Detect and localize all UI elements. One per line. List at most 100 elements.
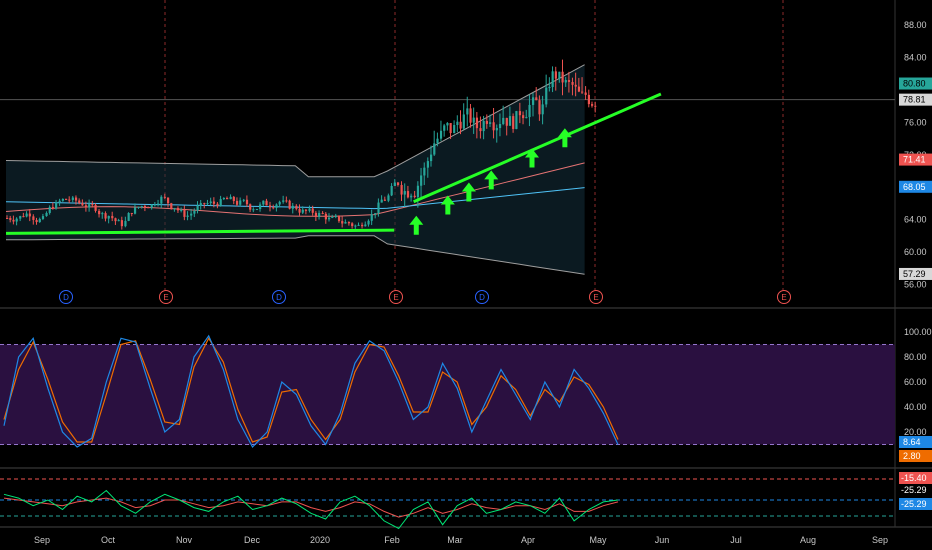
candle-body xyxy=(117,220,120,222)
candle-body xyxy=(262,200,265,205)
event-badge-d[interactable]: D xyxy=(59,290,73,304)
time-axis-label: 2020 xyxy=(310,535,330,545)
candle-body xyxy=(143,206,147,208)
candle-body xyxy=(584,92,587,95)
candle-body xyxy=(167,197,170,204)
candle-body xyxy=(341,221,344,224)
candle-body xyxy=(12,219,15,222)
candle-body xyxy=(58,200,61,203)
candle-body xyxy=(591,104,594,106)
candle-body xyxy=(498,123,502,129)
candle-body xyxy=(532,97,535,105)
candle-body xyxy=(403,191,406,195)
candle-body xyxy=(380,199,383,203)
event-badge-d[interactable]: D xyxy=(475,290,489,304)
candle-body xyxy=(482,120,485,132)
candle-body xyxy=(456,121,459,126)
candle-body xyxy=(163,196,166,198)
stoch-tick-label: 100.00 xyxy=(904,327,932,337)
candle-body xyxy=(541,104,544,115)
candle-body xyxy=(587,94,590,105)
candle-body xyxy=(245,199,249,205)
price-tick-label: 76.00 xyxy=(904,117,927,127)
event-badge-letter: E xyxy=(593,293,598,302)
candle-body xyxy=(387,195,390,201)
stoch-tick-label: 60.00 xyxy=(904,377,927,387)
event-badge-e[interactable]: E xyxy=(589,290,603,304)
candle-body xyxy=(449,123,452,134)
candle-body xyxy=(78,200,81,204)
candle-body xyxy=(153,204,157,206)
candle-body xyxy=(180,210,183,212)
candle-body xyxy=(410,195,413,198)
price-tick-label: 84.00 xyxy=(904,53,927,63)
candle-body xyxy=(94,204,97,211)
candle-body xyxy=(334,215,337,217)
candle-body xyxy=(229,196,232,200)
candle-body xyxy=(38,218,41,223)
candle-body xyxy=(51,206,55,209)
candle-body xyxy=(91,204,94,206)
event-badge-e[interactable]: E xyxy=(777,290,791,304)
candle-body xyxy=(377,202,380,213)
stoch-tick-label: 80.00 xyxy=(904,352,927,362)
event-badge-d[interactable]: D xyxy=(272,290,286,304)
candle-body xyxy=(426,161,429,168)
candle-body xyxy=(469,108,472,123)
candle-body xyxy=(577,86,581,92)
time-axis-label: Mar xyxy=(447,535,463,545)
price-tick-label: 64.00 xyxy=(904,215,927,225)
candle-body xyxy=(173,208,176,210)
candle-body xyxy=(71,197,74,200)
candle-body xyxy=(255,209,259,211)
price-tag-label: 71.41 xyxy=(903,155,926,165)
candle-body xyxy=(344,222,347,224)
candle-body xyxy=(232,196,235,201)
time-axis-label: Aug xyxy=(800,535,816,545)
candle-body xyxy=(347,222,351,224)
candle-body xyxy=(525,117,528,119)
candle-body xyxy=(98,210,101,215)
event-badge-e[interactable]: E xyxy=(389,290,403,304)
candle-body xyxy=(324,213,327,220)
chart[interactable]: DEDEDEE 88.0084.0076.0072.0068.0064.0060… xyxy=(0,0,932,550)
price-tag-label: 78.81 xyxy=(903,95,926,105)
candle-body xyxy=(548,87,551,89)
candle-body xyxy=(28,213,31,217)
candle-body xyxy=(354,225,357,227)
event-badge-letter: E xyxy=(781,293,786,302)
price-tag-label: 80.80 xyxy=(903,79,926,89)
candle-body xyxy=(594,105,597,107)
candle-body xyxy=(495,128,498,131)
candle-body xyxy=(298,208,301,213)
candle-body xyxy=(436,138,439,144)
candle-body xyxy=(489,122,492,124)
price-tick-label: 60.00 xyxy=(904,247,927,257)
stochastic-panel[interactable] xyxy=(0,334,895,449)
candle-body xyxy=(219,199,222,206)
candle-body xyxy=(74,197,78,201)
candle-body xyxy=(311,208,314,213)
stoch-tick-label: 20.00 xyxy=(904,427,927,437)
candle-body xyxy=(367,220,370,225)
event-badge-letter: D xyxy=(276,293,282,302)
candle-body xyxy=(252,209,255,211)
candle-body xyxy=(226,197,229,200)
candle-body xyxy=(390,185,393,196)
candle-body xyxy=(400,185,403,195)
candle-body xyxy=(361,224,364,227)
candle-body xyxy=(512,116,515,129)
candle-body xyxy=(406,191,410,198)
candle-body xyxy=(370,214,373,221)
candle-body xyxy=(443,125,446,131)
candle-body xyxy=(61,198,64,201)
candle-body xyxy=(68,199,71,201)
candle-body xyxy=(291,205,294,209)
candle-body xyxy=(357,224,360,226)
candle-body xyxy=(301,209,304,213)
candle-body xyxy=(396,182,400,186)
candle-body xyxy=(278,201,281,205)
stoch-band-fill xyxy=(0,344,895,445)
event-badge-e[interactable]: E xyxy=(159,290,173,304)
candle-body xyxy=(9,218,12,220)
